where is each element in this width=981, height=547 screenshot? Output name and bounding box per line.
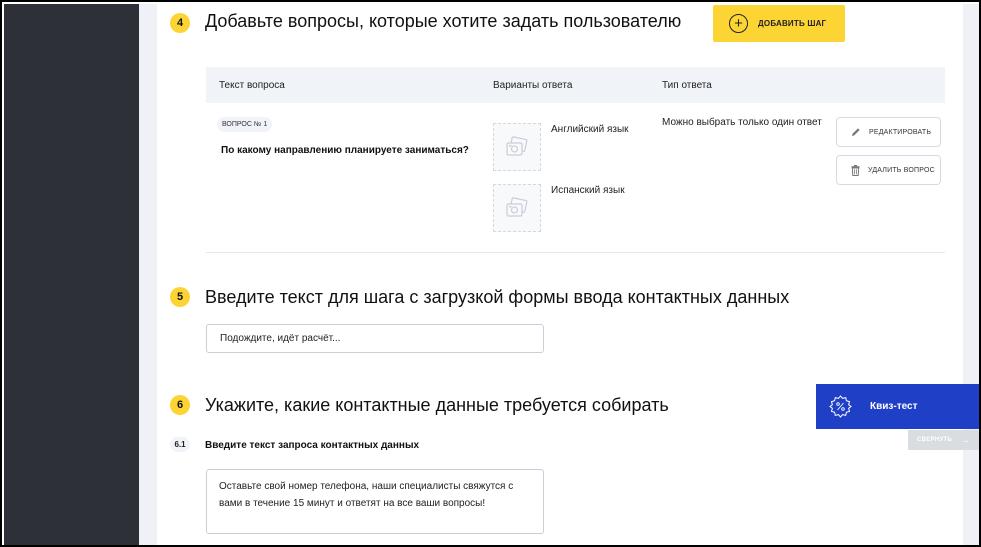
step-4-title: Добавьте вопросы, которые хотите задать … xyxy=(205,11,682,31)
edit-question-label: РЕДАКТИРОВАТЬ xyxy=(869,128,932,136)
contact-request-label: Введите текст запроса контактных данных xyxy=(205,440,420,451)
question-number-badge: ВОПРОС № 1 xyxy=(217,117,273,132)
sidebar xyxy=(4,4,139,545)
step-5-title: Введите текст для шага с загрузкой формы… xyxy=(205,287,790,307)
photo-placeholder-icon xyxy=(506,136,528,156)
quiz-test-label: Квиз-тест xyxy=(870,401,918,412)
delete-question-button[interactable]: УДАЛИТЬ ВОПРОС xyxy=(836,155,941,185)
loading-text-input[interactable] xyxy=(206,324,544,353)
step-6-1-number: 6.1 xyxy=(170,437,190,452)
collapse-button[interactable]: СВЕРНУТЬ → xyxy=(908,430,979,450)
edit-question-button[interactable]: РЕДАКТИРОВАТЬ xyxy=(836,117,941,147)
right-gutter xyxy=(963,4,979,545)
question-text: По какому направлению планируете занимат… xyxy=(221,145,469,156)
option-2-image-placeholder[interactable] xyxy=(493,184,541,232)
quiz-test-widget[interactable]: Квиз-тест xyxy=(816,384,979,429)
contact-request-textarea[interactable]: Оставьте свой номер телефона, наши специ… xyxy=(206,469,544,534)
arrow-right-icon: → xyxy=(960,434,971,446)
step-4-number: 4 xyxy=(170,13,190,33)
add-step-button[interactable]: + ДОБАВИТЬ ШАГ xyxy=(713,5,845,42)
discount-badge-icon xyxy=(829,395,852,418)
step-6-number: 6 xyxy=(170,395,190,415)
trash-icon xyxy=(851,164,860,176)
option-2-text: Испанский язык xyxy=(551,185,625,196)
step-6-title: Укажите, какие контактные данные требует… xyxy=(205,395,669,415)
header-answer-type: Тип ответа xyxy=(662,80,712,91)
questions-table-header xyxy=(206,67,945,103)
add-step-label: ДОБАВИТЬ ШАГ xyxy=(758,19,827,28)
delete-question-label: УДАЛИТЬ ВОПРОС xyxy=(868,166,935,174)
section-divider xyxy=(206,252,945,253)
photo-placeholder-icon xyxy=(506,197,528,217)
step-5-number: 5 xyxy=(170,287,190,307)
header-question-text: Текст вопроса xyxy=(219,80,285,91)
plus-circle-icon: + xyxy=(729,14,748,33)
answer-type-text: Можно выбрать только один ответ xyxy=(662,117,822,128)
option-1-text: Английский язык xyxy=(551,124,629,135)
left-gutter xyxy=(139,4,157,545)
header-answer-options: Варианты ответа xyxy=(493,80,573,91)
pencil-icon xyxy=(852,128,860,136)
option-1-image-placeholder[interactable] xyxy=(493,123,541,171)
collapse-label: СВЕРНУТЬ xyxy=(916,437,953,443)
